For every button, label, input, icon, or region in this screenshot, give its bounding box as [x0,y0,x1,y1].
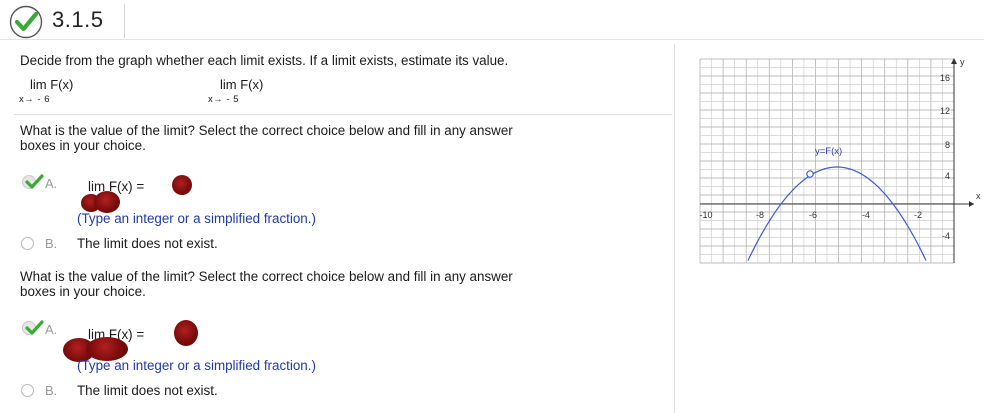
answer-format-hint: (Type an integer or a simplified fractio… [77,211,316,226]
option-b-text: The limit does not exist. [77,383,218,398]
limit-expression-2: lim F(x) [220,77,264,92]
selected-option-check-icon [22,174,44,189]
answer-redaction [174,320,198,346]
answer-redaction [172,175,192,195]
correct-check-icon [9,5,43,39]
graph-grid [699,58,955,264]
panel-divider [674,44,675,413]
open-circle-point [806,170,814,178]
answer-format-hint: (Type an integer or a simplified fractio… [77,358,316,373]
y-tick-label: 16 [940,73,950,83]
y-tick-label: 4 [945,171,950,181]
x-tick-label: -2 [914,210,922,220]
option-a-letter: A. [45,322,58,337]
option-a-letter: A. [45,176,58,191]
option-b-radio[interactable] [21,384,34,397]
option-b-text: The limit does not exist. [77,236,218,251]
instruction-text: Decide from the graph whether each limit… [20,53,509,68]
function-graph: -10 -8 -6 -4 -2 16 12 8 4 -4 y x y=F(x) [699,57,981,264]
option-b-letter: B. [45,236,58,251]
y-axis-label: y [960,57,965,67]
section-divider [14,114,672,115]
function-curve [747,166,927,261]
y-tick-label: 8 [945,140,950,150]
limit-expression-1: lim F(x) [30,77,74,92]
option-a-limit-expression: lim F(x) = [88,179,145,194]
question-2-prompt: What is the value of the limit? Select t… [20,269,513,299]
x-tick-label: -4 [862,210,870,220]
y-tick-label: -4 [942,231,950,241]
selected-option-check-icon [22,320,44,335]
x-axis-label: x [976,191,981,201]
question-1-prompt: What is the value of the limit? Select t… [20,123,513,153]
problem-number: 3.1.5 [52,7,104,32]
graph-axes [700,58,974,263]
y-tick-label: 12 [940,106,950,116]
x-tick-label: -8 [756,210,764,220]
x-tick-label: -6 [809,210,817,220]
approach-redaction [94,191,120,213]
limit-approach-2: x→ - 5 [208,94,239,105]
tick-labels: -10 -8 -6 -4 -2 16 12 8 4 -4 [699,73,950,241]
header-bar: 3.1.5 [0,0,984,40]
limit-approach-1: x→ - 6 [19,94,50,105]
option-b-radio[interactable] [21,237,34,250]
curve-label: y=F(x) [815,146,842,157]
option-b-letter: B. [45,383,58,398]
x-tick-label: -10 [699,210,712,220]
question-panel: Decide from the graph whether each limit… [0,40,672,413]
header-divider [124,4,125,38]
